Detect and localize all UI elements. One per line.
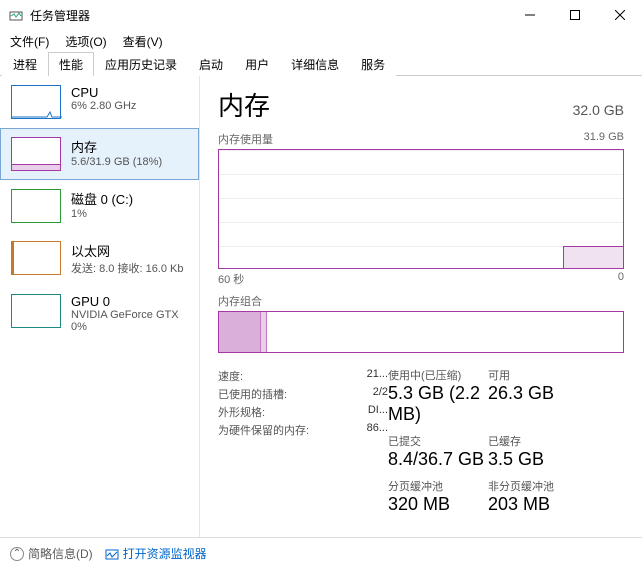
chart-ymax: 31.9 GB xyxy=(584,131,624,147)
memory-composition-chart[interactable] xyxy=(218,311,624,353)
in-use-value: 5.3 GB (2.2 MB) xyxy=(388,383,488,425)
sidebar: CPU6% 2.80 GHz 内存5.6/31.9 GB (18%) 磁盘 0 … xyxy=(0,76,200,537)
minimize-button[interactable] xyxy=(507,0,552,30)
menu-file[interactable]: 文件(F) xyxy=(4,31,55,52)
menu-view[interactable]: 查看(V) xyxy=(117,31,169,52)
sidebar-item-memory[interactable]: 内存5.6/31.9 GB (18%) xyxy=(0,128,199,180)
gpu-thumb-icon xyxy=(11,294,61,328)
form-label: 外形规格: xyxy=(218,404,265,420)
available-value: 26.3 GB xyxy=(488,383,618,404)
sidebar-item-cpu[interactable]: CPU6% 2.80 GHz xyxy=(0,76,199,128)
cached-value: 3.5 GB xyxy=(488,449,618,470)
sidebar-item-sub: 1% xyxy=(71,208,133,220)
sidebar-item-label: CPU xyxy=(71,85,136,100)
sidebar-item-sub: 发送: 8.0 接收: 16.0 Kb xyxy=(71,260,184,276)
tab-startup[interactable]: 启动 xyxy=(188,52,234,76)
tab-processes[interactable]: 进程 xyxy=(2,52,48,76)
tab-services[interactable]: 服务 xyxy=(350,52,396,76)
composition-title: 内存组合 xyxy=(218,293,624,309)
reserved-label: 为硬件保留的内存: xyxy=(218,422,309,438)
committed-label: 已提交 xyxy=(388,433,488,449)
sidebar-item-disk[interactable]: 磁盘 0 (C:)1% xyxy=(0,180,199,232)
slots-value: 2/2 xyxy=(373,386,388,402)
paged-label: 分页缓冲池 xyxy=(388,478,488,494)
paged-value: 320 MB xyxy=(388,494,488,515)
main-panel: 内存 32.0 GB 内存使用量 31.9 GB 60 秒 0 内存组合 使用中… xyxy=(200,76,642,537)
total-capacity: 32.0 GB xyxy=(573,102,624,118)
footer: ⌃ 简略信息(D) 打开资源监视器 xyxy=(0,537,642,569)
nonpaged-label: 非分页缓冲池 xyxy=(488,478,618,494)
memory-usage-chart[interactable] xyxy=(218,149,624,269)
tab-users[interactable]: 用户 xyxy=(234,52,280,76)
available-label: 可用 xyxy=(488,367,618,383)
memory-thumb-icon xyxy=(11,137,61,171)
tab-bar: 进程 性能 应用历史记录 启动 用户 详细信息 服务 xyxy=(0,52,642,76)
committed-value: 8.4/36.7 GB xyxy=(388,449,488,470)
reserved-value: 86... xyxy=(367,422,388,438)
open-resource-monitor-link[interactable]: 打开资源监视器 xyxy=(105,545,207,562)
menu-bar: 文件(F) 选项(O) 查看(V) xyxy=(0,30,642,52)
sidebar-item-label: GPU 0 xyxy=(71,294,179,309)
sidebar-item-sub: 6% 2.80 GHz xyxy=(71,100,136,112)
nonpaged-value: 203 MB xyxy=(488,494,618,515)
chart-xleft: 60 秒 xyxy=(218,271,244,287)
sidebar-item-label: 以太网 xyxy=(71,241,184,260)
close-button[interactable] xyxy=(597,0,642,30)
cpu-thumb-icon xyxy=(11,85,61,119)
sidebar-item-label: 内存 xyxy=(71,137,162,156)
menu-options[interactable]: 选项(O) xyxy=(59,31,112,52)
tab-performance[interactable]: 性能 xyxy=(48,52,94,76)
monitor-icon xyxy=(105,547,119,561)
speed-value: 21... xyxy=(367,368,388,384)
tab-details[interactable]: 详细信息 xyxy=(280,52,350,76)
maximize-button[interactable] xyxy=(552,0,597,30)
chevron-up-icon: ⌃ xyxy=(10,547,24,561)
sidebar-item-gpu[interactable]: GPU 0NVIDIA GeForce GTX 0% xyxy=(0,285,199,342)
chart-xright: 0 xyxy=(618,271,624,287)
chart-title: 内存使用量 xyxy=(218,131,273,147)
speed-label: 速度: xyxy=(218,368,243,384)
stats-grid: 使用中(已压缩)5.3 GB (2.2 MB) 可用26.3 GB 速度: 21.… xyxy=(218,367,624,521)
sidebar-item-sub: NVIDIA GeForce GTX 0% xyxy=(71,309,179,333)
disk-thumb-icon xyxy=(11,189,61,223)
cached-label: 已缓存 xyxy=(488,433,618,449)
page-title: 内存 xyxy=(218,86,270,123)
slots-label: 已使用的插槽: xyxy=(218,386,287,402)
sidebar-item-label: 磁盘 0 (C:) xyxy=(71,189,133,208)
fewer-details-button[interactable]: ⌃ 简略信息(D) xyxy=(10,545,93,562)
window-title: 任务管理器 xyxy=(30,7,507,24)
sidebar-item-sub: 5.6/31.9 GB (18%) xyxy=(71,156,162,168)
ethernet-thumb-icon xyxy=(11,241,61,275)
tab-app-history[interactable]: 应用历史记录 xyxy=(94,52,188,76)
sidebar-item-ethernet[interactable]: 以太网发送: 8.0 接收: 16.0 Kb xyxy=(0,232,199,285)
form-value: DI... xyxy=(368,404,388,420)
in-use-label: 使用中(已压缩) xyxy=(388,367,488,383)
title-bar: 任务管理器 xyxy=(0,0,642,30)
app-icon xyxy=(8,7,24,23)
